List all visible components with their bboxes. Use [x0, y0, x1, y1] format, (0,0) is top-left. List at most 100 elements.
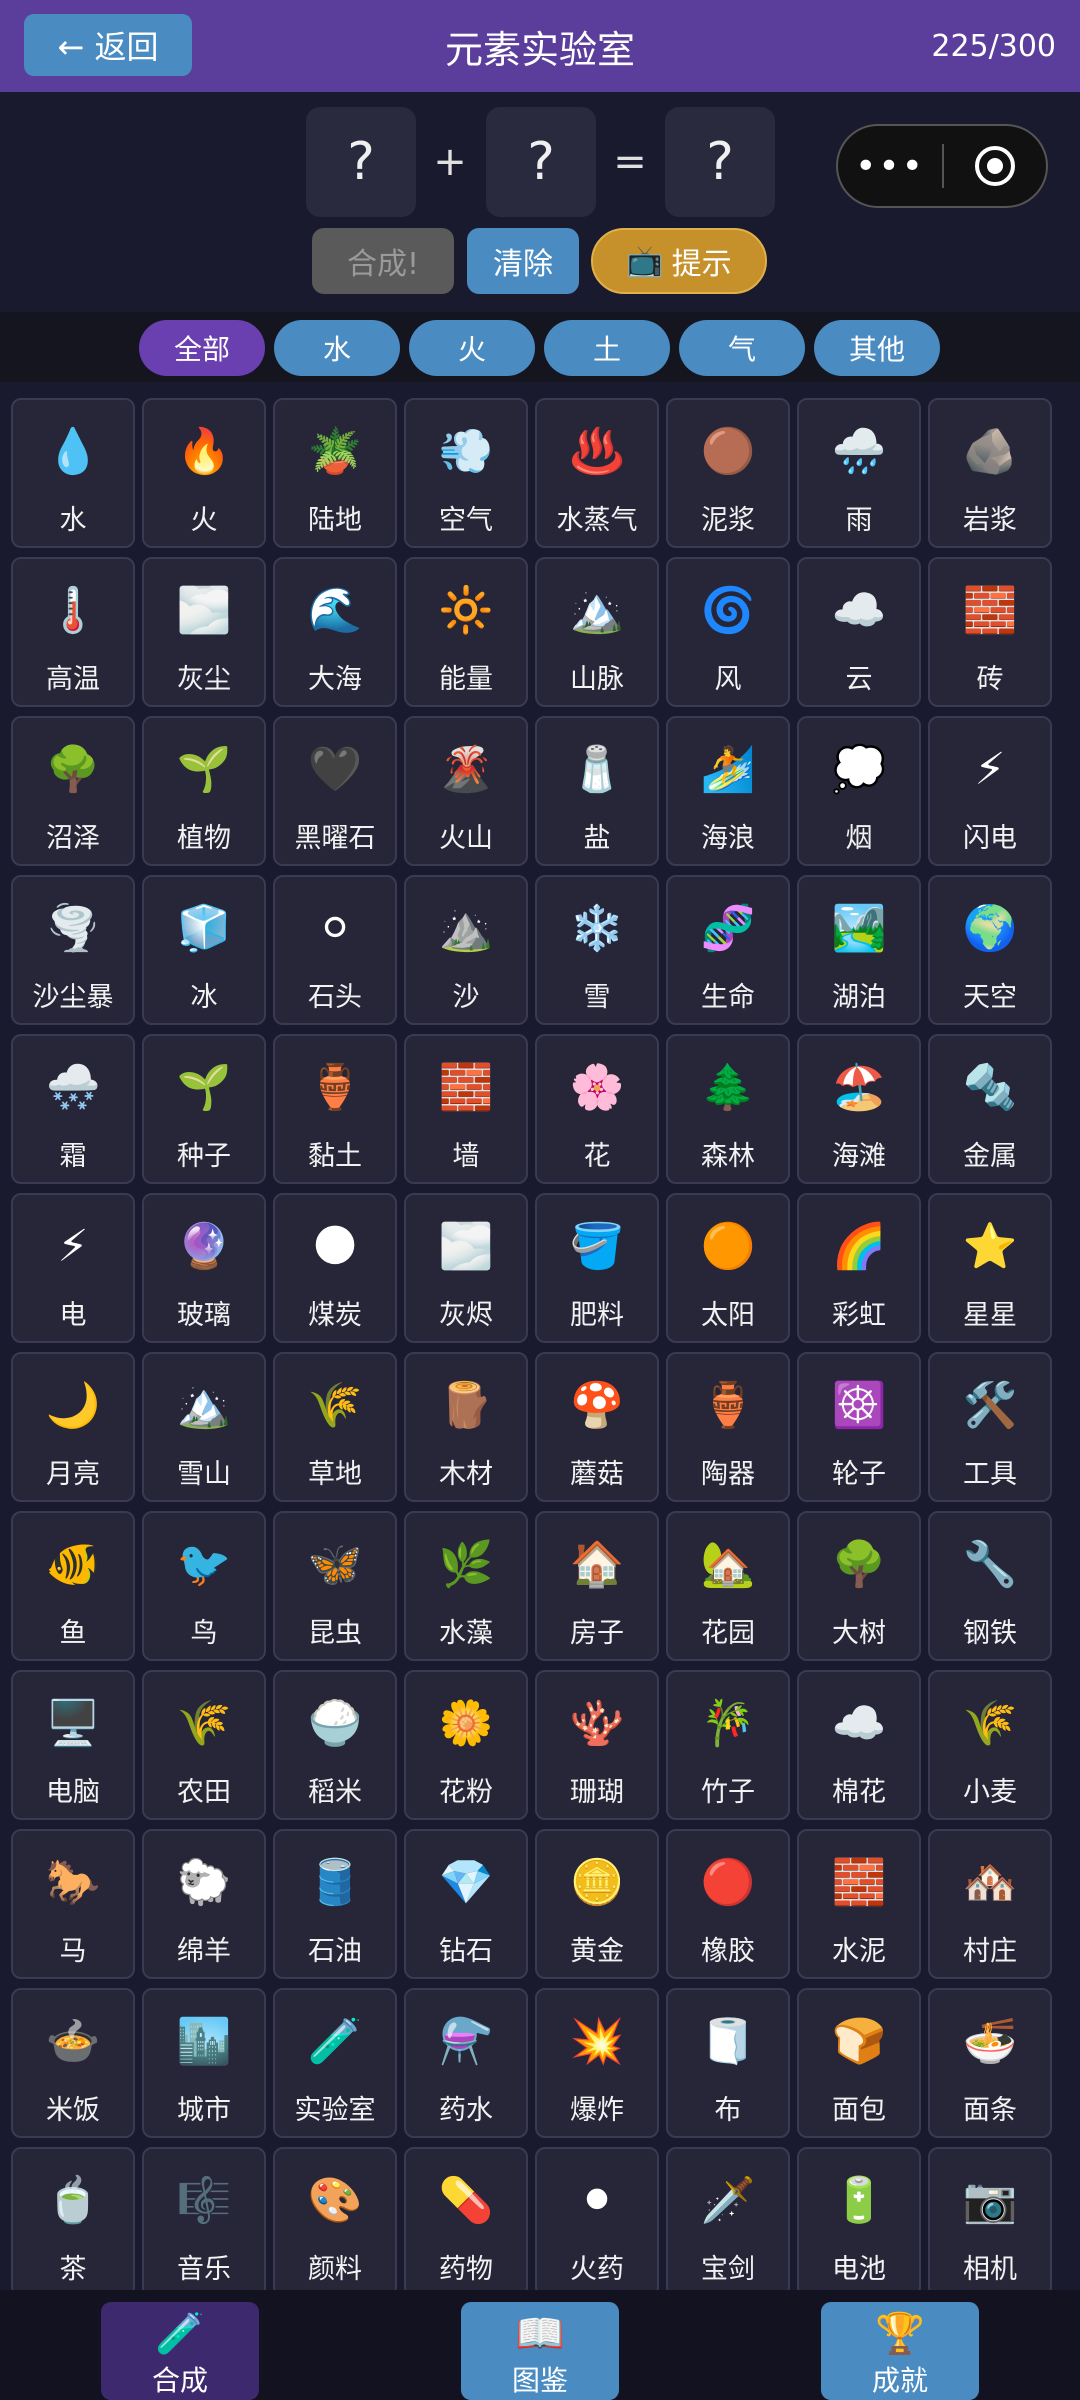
- element-card[interactable]: 🍞 面包: [797, 1988, 921, 2138]
- element-card[interactable]: 🧪 实验室: [273, 1988, 397, 2138]
- element-card[interactable]: 🏞️ 湖泊: [797, 875, 921, 1025]
- filter-tab-all[interactable]: 全部: [139, 320, 265, 376]
- more-menu-button[interactable]: •••: [838, 126, 942, 206]
- element-card[interactable]: 🗡️ 宝剑: [666, 2147, 790, 2297]
- element-card[interactable]: 🏙️ 城市: [142, 1988, 266, 2138]
- element-card[interactable]: 🟠 太阳: [666, 1193, 790, 1343]
- filter-tab-earth[interactable]: 土: [544, 320, 670, 376]
- combine-button[interactable]: 合成!: [312, 228, 454, 294]
- element-card[interactable]: 🌼 花粉: [404, 1670, 528, 1820]
- element-card[interactable]: 🌡️ 高温: [11, 557, 135, 707]
- element-card[interactable]: 💊 药物: [404, 2147, 528, 2297]
- element-card[interactable]: 🌸 花: [535, 1034, 659, 1184]
- element-card[interactable]: 🦋 昆虫: [273, 1511, 397, 1661]
- element-card[interactable]: 🌿 水藻: [404, 1511, 528, 1661]
- element-card[interactable]: 🔧 钢铁: [928, 1511, 1052, 1661]
- element-card[interactable]: 🌧️ 雨: [797, 398, 921, 548]
- element-card[interactable]: 🏠 房子: [535, 1511, 659, 1661]
- element-card[interactable]: 🍄 蘑菇: [535, 1352, 659, 1502]
- element-card[interactable]: ☁️ 云: [797, 557, 921, 707]
- filter-tab-water[interactable]: 水: [274, 320, 400, 376]
- ingredient-slot-2[interactable]: ?: [486, 107, 596, 217]
- element-card[interactable]: 🧬 生命: [666, 875, 790, 1025]
- element-card[interactable]: 🔋 电池: [797, 2147, 921, 2297]
- back-button[interactable]: ← 返回: [24, 14, 192, 76]
- element-card[interactable]: 🪸 珊瑚: [535, 1670, 659, 1820]
- element-card[interactable]: 🪨 岩浆: [928, 398, 1052, 548]
- element-card[interactable]: ♨️ 水蒸气: [535, 398, 659, 548]
- element-card[interactable]: 🌋 火山: [404, 716, 528, 866]
- element-card[interactable]: 🌾 草地: [273, 1352, 397, 1502]
- element-card[interactable]: 🌾 农田: [142, 1670, 266, 1820]
- nav-tab-achievements[interactable]: 🏆 成就: [821, 2302, 979, 2400]
- element-card[interactable]: 🪣 肥料: [535, 1193, 659, 1343]
- element-card[interactable]: 🐑 绵羊: [142, 1829, 266, 1979]
- ingredient-slot-1[interactable]: ?: [306, 107, 416, 217]
- element-card[interactable]: 🪙 黄金: [535, 1829, 659, 1979]
- filter-tab-other[interactable]: 其他: [814, 320, 940, 376]
- element-card[interactable]: 💨 空气: [404, 398, 528, 548]
- element-card[interactable]: ⭐ 星星: [928, 1193, 1052, 1343]
- element-card[interactable]: 🏄 海浪: [666, 716, 790, 866]
- element-card[interactable]: 🖥️ 电脑: [11, 1670, 135, 1820]
- element-card[interactable]: ⚗️ 药水: [404, 1988, 528, 2138]
- element-card[interactable]: ⚫ 火药: [535, 2147, 659, 2297]
- element-card[interactable]: 🐎 马: [11, 1829, 135, 1979]
- element-card[interactable]: ☸️ 轮子: [797, 1352, 921, 1502]
- element-card[interactable]: 🎼 音乐: [142, 2147, 266, 2297]
- element-card[interactable]: 🏘️ 村庄: [928, 1829, 1052, 1979]
- element-card[interactable]: ⚡ 闪电: [928, 716, 1052, 866]
- filter-tab-fire[interactable]: 火: [409, 320, 535, 376]
- element-card[interactable]: 📷 相机: [928, 2147, 1052, 2297]
- element-card[interactable]: 🛢️ 石油: [273, 1829, 397, 1979]
- close-miniprogram-button[interactable]: [944, 126, 1046, 206]
- element-card[interactable]: 🌱 种子: [142, 1034, 266, 1184]
- element-card[interactable]: 🧻 布: [666, 1988, 790, 2138]
- element-card[interactable]: 🟤 泥浆: [666, 398, 790, 548]
- element-card[interactable]: 🍚 稻米: [273, 1670, 397, 1820]
- filter-tab-air[interactable]: 气: [679, 320, 805, 376]
- element-card[interactable]: 🏔️ 山脉: [535, 557, 659, 707]
- element-card[interactable]: ❄️ 雪: [535, 875, 659, 1025]
- element-card[interactable]: ⚪ 石头: [273, 875, 397, 1025]
- element-card[interactable]: 🎨 颜料: [273, 2147, 397, 2297]
- element-card[interactable]: 🧂 盐: [535, 716, 659, 866]
- hint-button[interactable]: 📺 提示: [591, 228, 767, 294]
- element-card[interactable]: 🌳 沼泽: [11, 716, 135, 866]
- element-card[interactable]: 🏔️ 雪山: [142, 1352, 266, 1502]
- element-card[interactable]: 🧱 墙: [404, 1034, 528, 1184]
- element-card[interactable]: 🌍 天空: [928, 875, 1052, 1025]
- element-card[interactable]: 🍜 面条: [928, 1988, 1052, 2138]
- element-card[interactable]: 🐠 鱼: [11, 1511, 135, 1661]
- element-card[interactable]: 🪴 陆地: [273, 398, 397, 548]
- element-card[interactable]: 🐦 鸟: [142, 1511, 266, 1661]
- element-card[interactable]: 🔮 玻璃: [142, 1193, 266, 1343]
- element-card[interactable]: 🌾 小麦: [928, 1670, 1052, 1820]
- element-card[interactable]: 🧊 冰: [142, 875, 266, 1025]
- element-card[interactable]: 🛠️ 工具: [928, 1352, 1052, 1502]
- element-card[interactable]: 🌀 风: [666, 557, 790, 707]
- element-card[interactable]: 🌑 煤炭: [273, 1193, 397, 1343]
- element-card[interactable]: 🌙 月亮: [11, 1352, 135, 1502]
- element-card[interactable]: 🌱 植物: [142, 716, 266, 866]
- element-card[interactable]: 💎 钻石: [404, 1829, 528, 1979]
- element-card[interactable]: 🔥 火: [142, 398, 266, 548]
- clear-button[interactable]: 清除: [467, 228, 579, 294]
- element-card[interactable]: 🏡 花园: [666, 1511, 790, 1661]
- element-card[interactable]: 🌫️ 灰尘: [142, 557, 266, 707]
- element-card[interactable]: 🌫️ 灰烬: [404, 1193, 528, 1343]
- element-card[interactable]: 🔩 金属: [928, 1034, 1052, 1184]
- element-card[interactable]: 🧱 水泥: [797, 1829, 921, 1979]
- element-card[interactable]: 🪵 木材: [404, 1352, 528, 1502]
- element-card[interactable]: 🖤 黑曜石: [273, 716, 397, 866]
- element-card[interactable]: 🔴 橡胶: [666, 1829, 790, 1979]
- nav-tab-combine[interactable]: 🧪 合成: [101, 2302, 259, 2400]
- element-card[interactable]: 🌪️ 沙尘暴: [11, 875, 135, 1025]
- element-card[interactable]: 🌳 大树: [797, 1511, 921, 1661]
- element-card[interactable]: 💥 爆炸: [535, 1988, 659, 2138]
- element-card[interactable]: 🏖️ 海滩: [797, 1034, 921, 1184]
- element-card[interactable]: 🌲 森林: [666, 1034, 790, 1184]
- element-card[interactable]: ⚡ 电: [11, 1193, 135, 1343]
- element-card[interactable]: 🌨️ 霜: [11, 1034, 135, 1184]
- element-card[interactable]: 🔆 能量: [404, 557, 528, 707]
